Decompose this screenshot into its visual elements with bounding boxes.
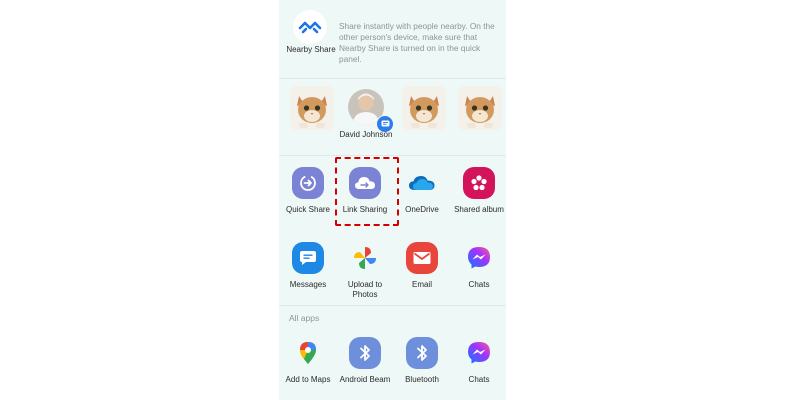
quick-share-icon <box>292 167 324 199</box>
cat-photo-avatar <box>290 86 334 130</box>
add-to-maps-button[interactable]: Add to Maps <box>279 337 338 385</box>
shared-album-button[interactable]: Shared album <box>449 167 506 215</box>
cat-photo-avatar <box>458 86 502 130</box>
google-maps-icon <box>292 337 324 369</box>
cat-photo-avatar <box>402 86 446 130</box>
messenger-icon <box>463 337 495 369</box>
app-label: Shared album <box>454 205 504 214</box>
shared-album-flower-icon <box>463 167 495 199</box>
app-label: Chats <box>468 280 490 289</box>
app-label: Quick Share <box>285 205 331 214</box>
bluetooth-icon <box>406 337 438 369</box>
messages-button[interactable]: Messages <box>279 242 338 290</box>
link-sharing-highlight-box <box>335 157 399 226</box>
contact-name: David Johnson <box>339 130 393 139</box>
chats-button[interactable]: Chats <box>449 242 506 290</box>
divider <box>279 155 506 156</box>
messenger-icon <box>463 242 495 274</box>
app-label: Chats <box>468 375 490 384</box>
upload-to-photos-button[interactable]: Upload to Photos <box>335 242 395 300</box>
app-label: Upload to Photos <box>347 280 383 299</box>
android-beam-button[interactable]: Android Beam <box>335 337 395 385</box>
nearby-share-icon <box>293 10 327 44</box>
divider <box>279 78 506 79</box>
app-label: Android Beam <box>339 375 391 384</box>
app-label: Email <box>411 280 432 289</box>
quick-share-button[interactable]: Quick Share <box>279 167 338 215</box>
bluetooth-icon <box>349 337 381 369</box>
divider <box>279 305 506 306</box>
email-button[interactable]: Email <box>392 242 452 290</box>
all-apps-title: All apps <box>289 313 320 323</box>
app-label: Messages <box>289 280 327 289</box>
chats-button[interactable]: Chats <box>449 337 506 385</box>
onedrive-icon <box>406 167 438 199</box>
app-label: Bluetooth <box>405 375 439 384</box>
app-label: Add to Maps <box>285 375 331 384</box>
google-photos-icon <box>349 242 381 274</box>
app-label: OneDrive <box>405 205 439 214</box>
email-icon <box>406 242 438 274</box>
nearby-share-description: Share instantly with people nearby. On t… <box>339 21 495 64</box>
bluetooth-button[interactable]: Bluetooth <box>392 337 452 385</box>
onedrive-button[interactable]: OneDrive <box>392 167 452 215</box>
messages-icon <box>292 242 324 274</box>
nearby-share-label: Nearby Share <box>286 45 336 54</box>
